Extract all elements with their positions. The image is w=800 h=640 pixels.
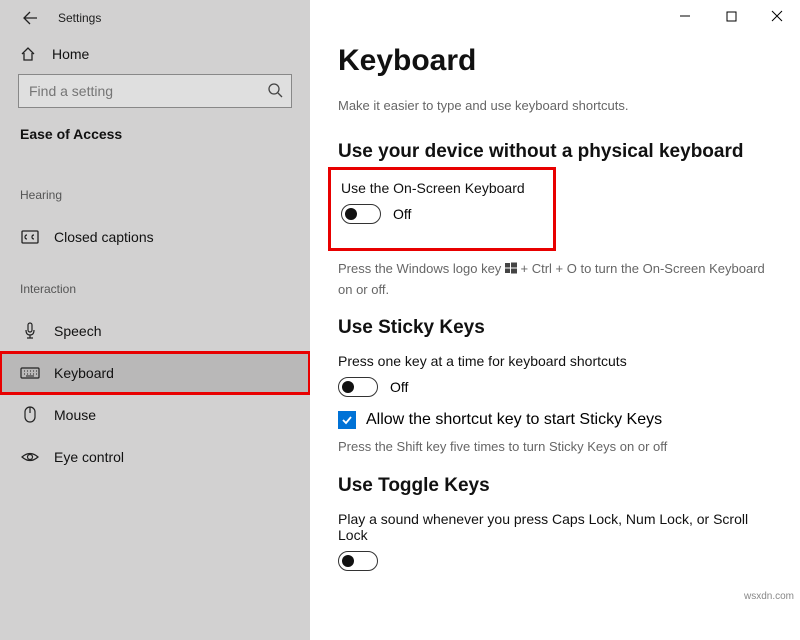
highlight-box-onscreen: Use the On-Screen Keyboard Off	[328, 167, 556, 251]
search-input[interactable]	[18, 74, 292, 108]
nav-item-label: Eye control	[54, 449, 124, 465]
eye-icon	[20, 450, 40, 464]
titlebar: Settings	[0, 0, 310, 36]
nav-eye-control[interactable]: Eye control	[0, 436, 310, 478]
toggle-knob-icon	[345, 208, 357, 220]
onscreen-toggle-label: Use the On-Screen Keyboard	[341, 180, 525, 196]
search-wrap	[18, 74, 292, 108]
group-interaction: Interaction	[0, 258, 310, 310]
mouse-icon	[20, 406, 40, 424]
home-icon	[20, 46, 38, 62]
page-heading: Keyboard	[338, 44, 772, 78]
section-toggle-title: Use Toggle Keys	[338, 475, 772, 497]
sticky-label: Press one key at a time for keyboard sho…	[338, 353, 772, 369]
sticky-checkbox-label: Allow the shortcut key to start Sticky K…	[366, 411, 662, 429]
category-heading: Ease of Access	[0, 126, 310, 164]
windows-logo-icon	[505, 260, 517, 280]
sticky-toggle-row: Off	[338, 377, 772, 397]
section-sticky-title: Use Sticky Keys	[338, 317, 772, 339]
togglekeys-toggle[interactable]	[338, 551, 378, 571]
nav-mouse[interactable]: Mouse	[0, 394, 310, 436]
nav-home[interactable]: Home	[0, 36, 310, 74]
onscreen-toggle[interactable]	[341, 204, 381, 224]
nav-home-label: Home	[52, 46, 89, 62]
nav-keyboard[interactable]: Keyboard	[0, 352, 310, 394]
nav-item-label: Keyboard	[54, 365, 114, 381]
onscreen-toggle-row: Off	[341, 204, 525, 224]
togglekeys-toggle-row	[338, 551, 772, 571]
sticky-toggle[interactable]	[338, 377, 378, 397]
page-subtext: Make it easier to type and use keyboard …	[338, 98, 772, 113]
main-content: Keyboard Make it easier to type and use …	[310, 0, 800, 640]
watermark: wsxdn.com	[744, 591, 794, 602]
onscreen-toggle-state: Off	[393, 206, 411, 222]
sticky-hint: Press the Shift key five times to turn S…	[338, 437, 772, 457]
closed-captions-icon	[20, 230, 40, 244]
hint-pre: Press the Windows logo key	[338, 261, 505, 276]
section-onscreen-title: Use your device without a physical keybo…	[338, 141, 772, 163]
sidebar: Settings Home Ease of Access Hearing Clo…	[0, 0, 310, 640]
back-button[interactable]	[20, 8, 40, 28]
sticky-toggle-state: Off	[390, 379, 408, 395]
keyboard-icon	[20, 366, 40, 380]
microphone-icon	[20, 322, 40, 340]
toggle-knob-icon	[342, 381, 354, 393]
nav-closed-captions[interactable]: Closed captions	[0, 216, 310, 258]
nav-speech[interactable]: Speech	[0, 310, 310, 352]
togglekeys-label: Play a sound whenever you press Caps Loc…	[338, 511, 772, 543]
nav-item-label: Speech	[54, 323, 101, 339]
nav-item-label: Closed captions	[54, 229, 154, 245]
nav-item-label: Mouse	[54, 407, 96, 423]
onscreen-hint: Press the Windows logo key + Ctrl + O to…	[338, 259, 772, 299]
search-icon	[266, 81, 284, 104]
sticky-shortcut-checkbox[interactable]	[338, 411, 356, 429]
window-title: Settings	[58, 11, 101, 25]
toggle-knob-icon	[342, 555, 354, 567]
sticky-shortcut-row: Allow the shortcut key to start Sticky K…	[338, 411, 772, 429]
group-hearing: Hearing	[0, 164, 310, 216]
